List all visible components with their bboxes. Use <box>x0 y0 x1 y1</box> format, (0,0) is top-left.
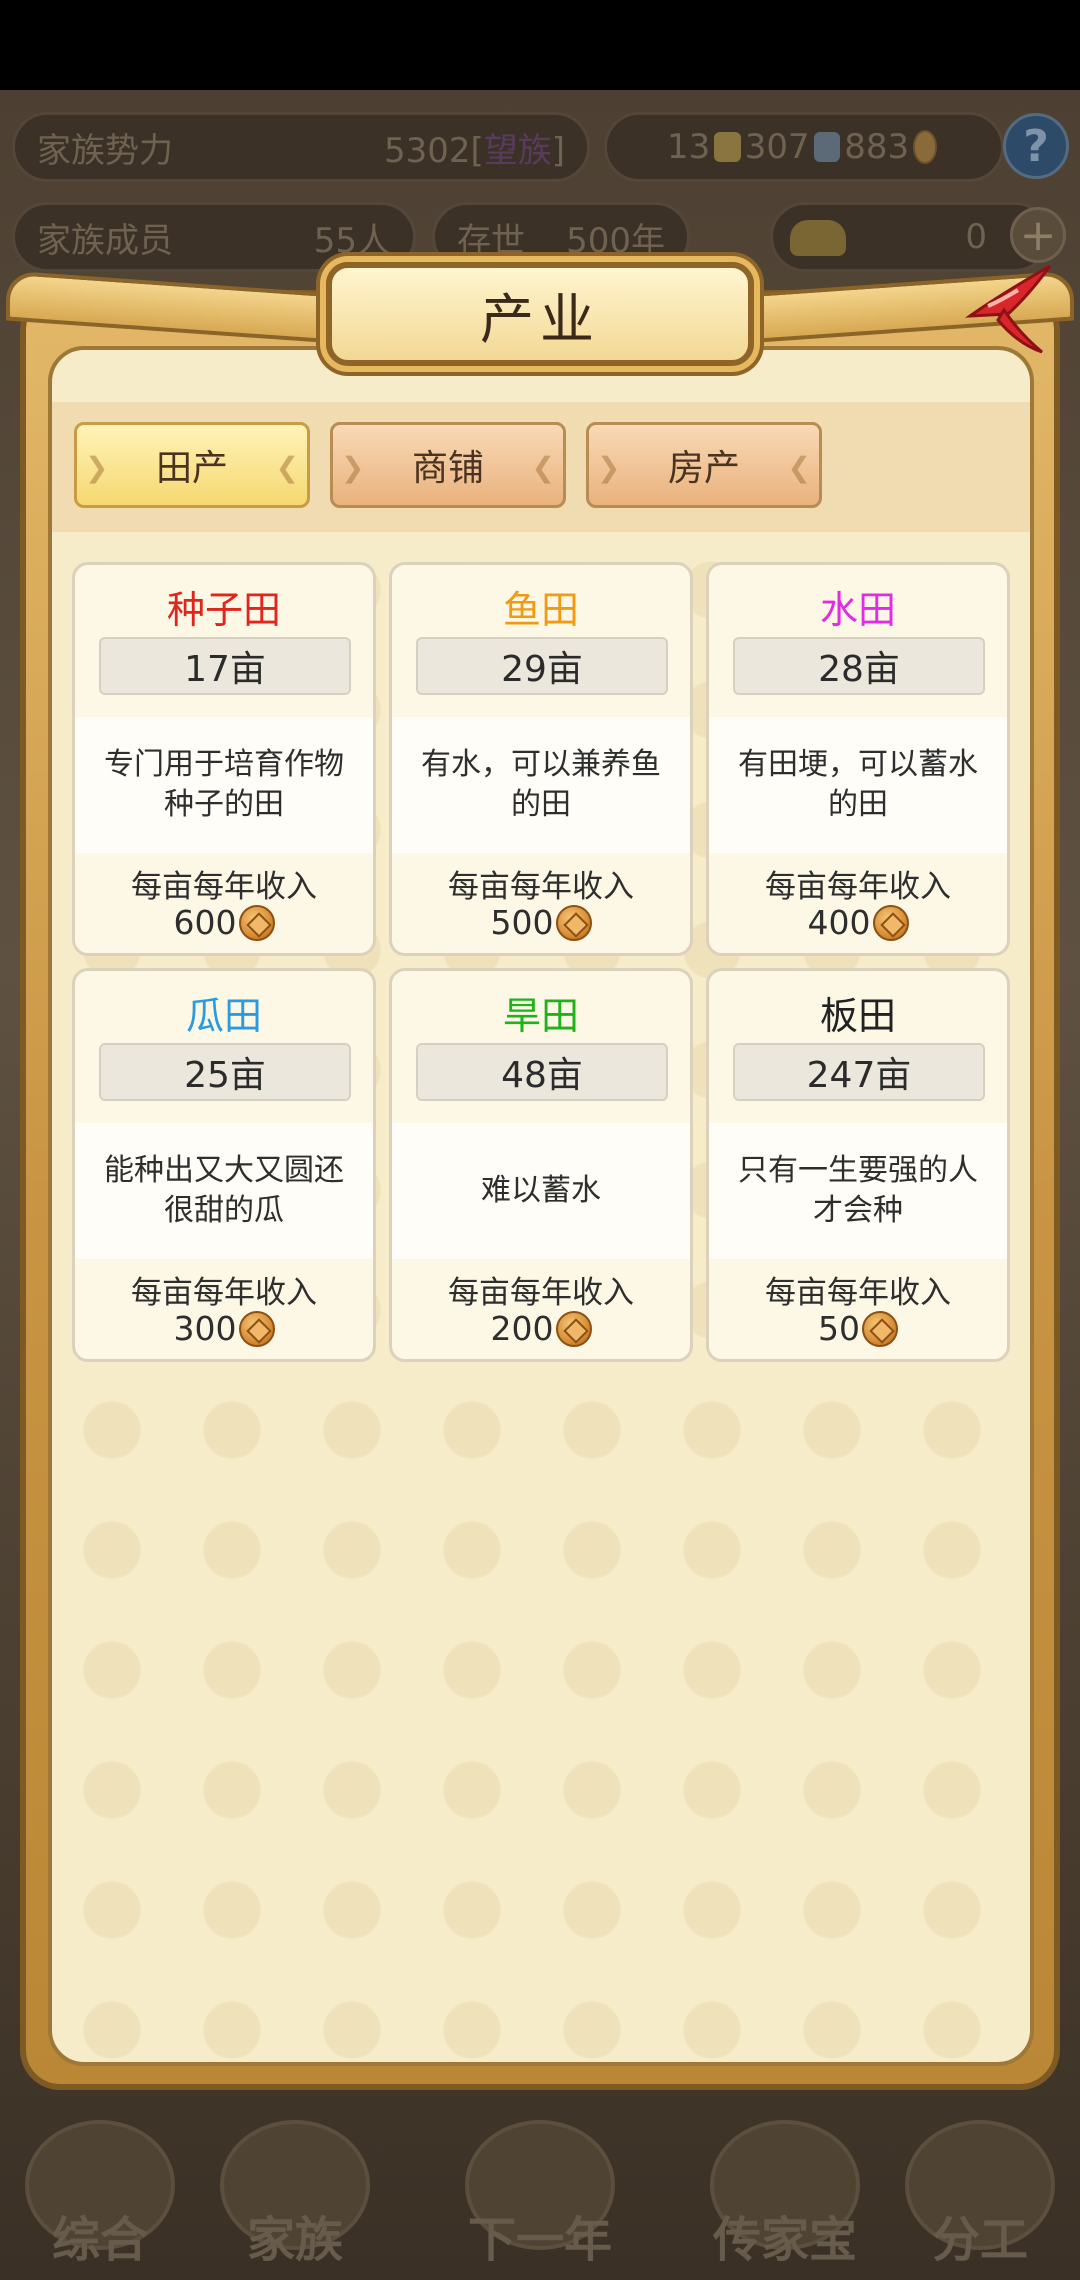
copper-coin-icon <box>555 904 592 941</box>
income-label: 每亩每年收入 <box>765 869 951 905</box>
income-value: 50 <box>709 1309 1007 1348</box>
family-power-bar: 家族势力 5302[望族] <box>12 112 590 182</box>
copper-coin-icon <box>862 1310 898 1347</box>
nav-division[interactable]: 分工 <box>890 2090 1070 2280</box>
income-label: 每亩每年收入 <box>131 869 317 905</box>
close-button[interactable] <box>958 256 1062 360</box>
tab-strip: ❯ 田产 ❮ ❯ 商铺 ❮ ❯ 房产 ❮ <box>52 402 1030 532</box>
tab-houses[interactable]: ❯ 房产 ❮ <box>586 422 822 508</box>
dialog-title-text: 产业 <box>480 287 600 351</box>
chevron-right-icon: ❮ <box>531 451 555 484</box>
field-area: 25亩 <box>99 1043 351 1101</box>
chevron-right-icon: ❮ <box>275 451 299 484</box>
silver-count: 307 <box>744 127 810 167</box>
field-area: 17亩 <box>99 637 351 695</box>
income-value: 600 <box>75 903 373 942</box>
field-area: 48亩 <box>416 1043 668 1101</box>
field-card[interactable]: 种子田 17亩 专门用于培育作物种子的田 每亩每年收入 600 <box>72 562 376 956</box>
chevron-left-icon: ❯ <box>85 451 109 484</box>
income-value: 500 <box>392 903 690 942</box>
copper-coin-icon <box>913 130 937 164</box>
field-card[interactable]: 旱田 48亩 难以蓄水 每亩每年收入 200 <box>389 968 693 1362</box>
chevron-right-icon: ❮ <box>787 451 811 484</box>
chevron-left-icon: ❯ <box>597 451 621 484</box>
family-age-value: 500年 <box>566 220 665 261</box>
add-ingot-button[interactable]: + <box>1010 207 1066 263</box>
status-bar <box>0 0 1080 90</box>
field-description: 专门用于培育作物种子的田 <box>75 717 373 853</box>
field-card[interactable]: 板田 247亩 只有一生要强的人才会种 每亩每年收入 50 <box>706 968 1010 1362</box>
tab-shops[interactable]: ❯ 商铺 ❮ <box>330 422 566 508</box>
nav-next-year[interactable]: 下一年 <box>450 2090 630 2280</box>
field-description: 有田埂，可以蓄水的田 <box>709 717 1007 853</box>
close-icon <box>964 264 1052 354</box>
field-description: 有水，可以兼养鱼的田 <box>392 717 690 853</box>
gold-ingot-icon <box>790 220 846 256</box>
bottom-nav: 综合 家族 下一年 传家宝 分工 <box>0 2090 1080 2280</box>
field-card[interactable]: 鱼田 29亩 有水，可以兼养鱼的田 每亩每年收入 500 <box>389 562 693 956</box>
family-members-value: 55人 <box>313 220 391 261</box>
nav-family[interactable]: 家族 <box>205 2090 385 2280</box>
income-label: 每亩每年收入 <box>448 869 634 905</box>
dialog-title: 产业 <box>326 262 754 366</box>
nav-general[interactable]: 综合 <box>10 2090 190 2280</box>
family-power-value: 5302[望族] <box>383 130 565 171</box>
field-name: 瓜田 <box>185 994 262 1038</box>
income-value: 400 <box>709 903 1007 942</box>
nav-heirloom[interactable]: 传家宝 <box>695 2090 875 2280</box>
field-description: 只有一生要强的人才会种 <box>709 1123 1007 1259</box>
family-power-label: 家族势力 <box>37 130 173 171</box>
copper-coin-icon <box>238 904 275 941</box>
field-name: 水田 <box>819 588 896 632</box>
copper-coin-icon <box>872 904 909 941</box>
field-name: 旱田 <box>502 994 579 1038</box>
income-label: 每亩每年收入 <box>131 1275 317 1311</box>
income-value: 300 <box>75 1309 373 1348</box>
field-name: 板田 <box>819 994 896 1038</box>
family-age-label: 存世 <box>457 220 525 261</box>
chevron-left-icon: ❯ <box>341 451 365 484</box>
help-button[interactable]: ? <box>1003 113 1069 179</box>
field-area: 28亩 <box>733 637 985 695</box>
field-card[interactable]: 瓜田 25亩 能种出又大又圆还很甜的瓜 每亩每年收入 300 <box>72 968 376 1362</box>
income-label: 每亩每年收入 <box>448 1275 634 1311</box>
ingot-count: 0 <box>965 217 987 257</box>
field-area: 29亩 <box>416 637 668 695</box>
field-card[interactable]: 水田 28亩 有田埂，可以蓄水的田 每亩每年收入 400 <box>706 562 1010 956</box>
silver-bar-icon <box>813 132 841 162</box>
field-description: 难以蓄水 <box>392 1123 690 1259</box>
income-label: 每亩每年收入 <box>765 1275 951 1311</box>
gold-bar-icon <box>714 132 741 162</box>
coin-count: 883 <box>844 127 910 167</box>
currency-bar: 13 307 883 <box>604 112 1004 182</box>
field-description: 能种出又大又圆还很甜的瓜 <box>75 1123 373 1259</box>
family-rank: 望族 <box>483 130 552 171</box>
field-name: 鱼田 <box>502 588 579 632</box>
copper-coin-icon <box>238 1310 275 1347</box>
field-name: 种子田 <box>166 588 281 632</box>
family-members-label: 家族成员 <box>37 220 173 261</box>
dialog-body: ❯ 田产 ❮ ❯ 商铺 ❮ ❯ 房产 ❮ 种子田 17亩 专门用于培育作物种子的… <box>48 346 1034 2066</box>
tab-farmland[interactable]: ❯ 田产 ❮ <box>74 422 310 508</box>
field-area: 247亩 <box>733 1043 985 1101</box>
gold-count: 13 <box>667 127 711 167</box>
income-value: 200 <box>392 1309 690 1348</box>
copper-coin-icon <box>555 1310 592 1347</box>
